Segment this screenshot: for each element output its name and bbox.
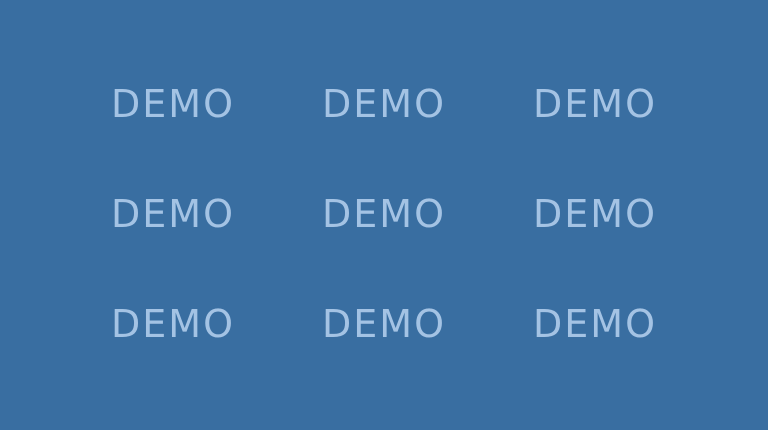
demo-label: DEMO — [322, 192, 446, 236]
demo-label: DEMO — [111, 302, 235, 346]
demo-label: DEMO — [533, 302, 657, 346]
demo-label: DEMO — [322, 302, 446, 346]
demo-watermark-grid: DEMO DEMO DEMO DEMO DEMO DEMO DEMO DEMO … — [0, 0, 768, 430]
demo-canvas: DEMO DEMO DEMO DEMO DEMO DEMO DEMO DEMO … — [0, 0, 768, 430]
demo-label: DEMO — [533, 82, 657, 126]
demo-label: DEMO — [111, 192, 235, 236]
demo-label: DEMO — [111, 82, 235, 126]
demo-label: DEMO — [322, 82, 446, 126]
demo-label: DEMO — [533, 192, 657, 236]
